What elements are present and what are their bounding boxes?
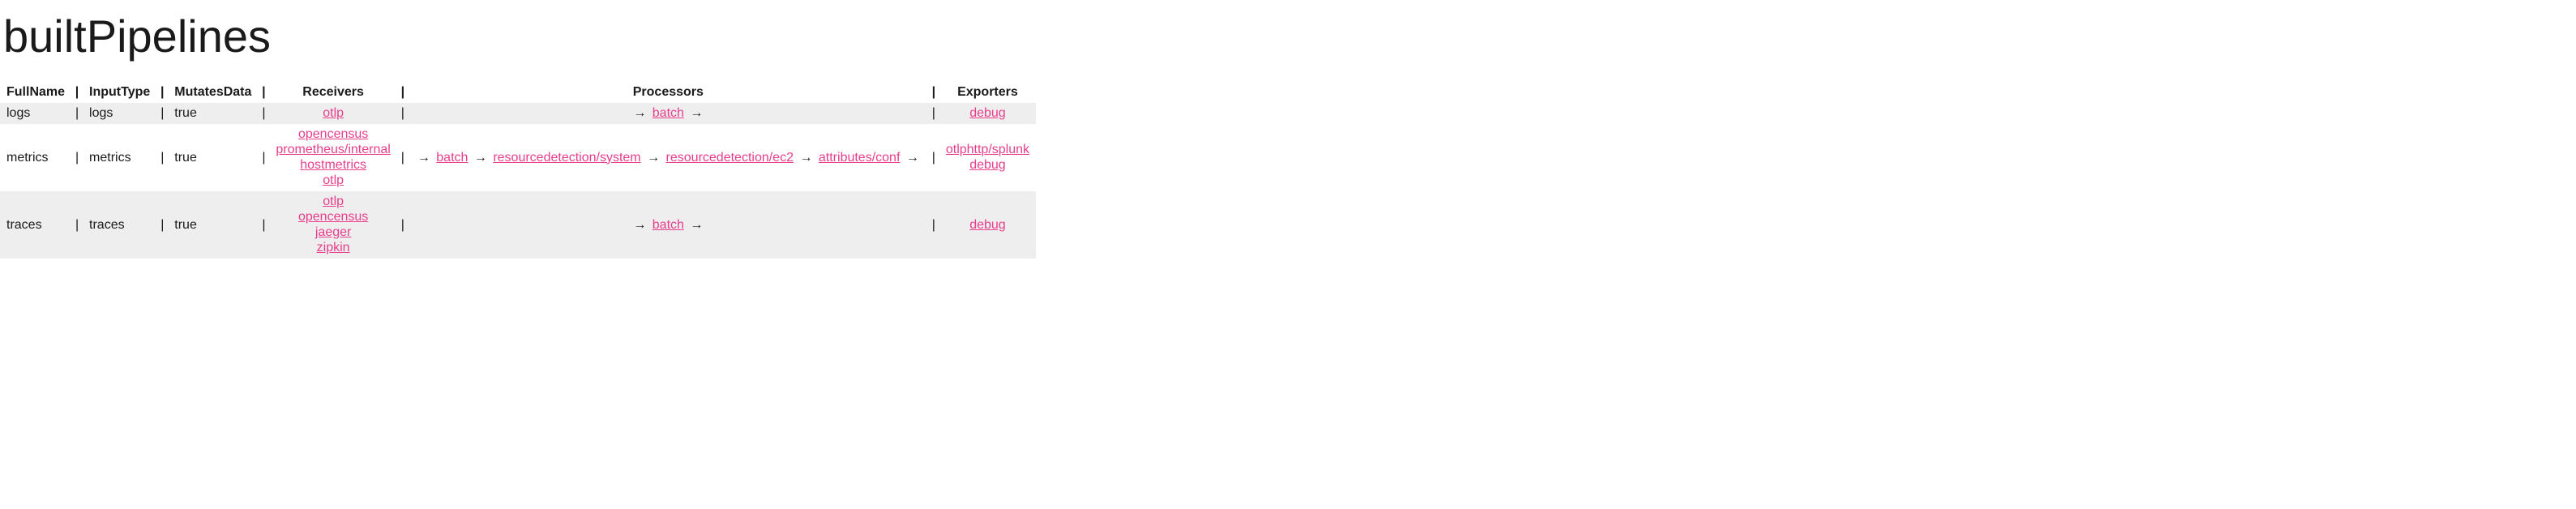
col-exporters: Exporters	[939, 82, 1036, 103]
col-sep: |	[156, 82, 168, 103]
processor-link[interactable]: batch	[653, 106, 684, 120]
processor-link[interactable]: batch	[653, 218, 684, 232]
processors-flow: → batch →	[631, 218, 705, 232]
cell-processors: → batch →	[409, 103, 928, 124]
cell-processors: → batch → resourcedetection/system → res…	[409, 124, 928, 191]
table-row: logs|logs|true|otlp|→ batch →|debug	[0, 103, 1036, 124]
arrow-icon: →	[690, 106, 703, 120]
cell-sep: |	[71, 124, 83, 191]
arrow-icon: →	[633, 106, 646, 120]
col-inputtype: InputType	[83, 82, 156, 103]
processors-flow: → batch →	[631, 106, 705, 120]
cell-sep: |	[71, 191, 83, 259]
col-fullname: FullName	[0, 82, 71, 103]
cell-sep: |	[258, 103, 269, 124]
col-mutatesdata: MutatesData	[168, 82, 258, 103]
cell-sep: |	[928, 124, 939, 191]
cell-inputtype: logs	[83, 103, 156, 124]
cell-exporters: debug	[939, 103, 1036, 124]
cell-sep: |	[156, 191, 168, 259]
processor-link[interactable]: batch	[436, 151, 468, 165]
cell-sep: |	[397, 103, 409, 124]
cell-mutatesdata: true	[168, 124, 258, 191]
cell-sep: |	[258, 191, 269, 259]
cell-mutatesdata: true	[168, 103, 258, 124]
cell-exporters: debug	[939, 191, 1036, 259]
cell-sep: |	[397, 124, 409, 191]
exporter-link[interactable]: otlphttp/splunk	[946, 143, 1029, 157]
col-sep: |	[928, 82, 939, 103]
cell-inputtype: metrics	[83, 124, 156, 191]
col-sep: |	[258, 82, 269, 103]
cell-fullname: traces	[0, 191, 71, 259]
receiver-link[interactable]: prometheus/internal	[276, 143, 390, 157]
cell-exporters: otlphttp/splunkdebug	[939, 124, 1036, 191]
table-row: metrics|metrics|true|opencensusprometheu…	[0, 124, 1036, 191]
cell-receivers: otlp	[269, 103, 396, 124]
receiver-link[interactable]: zipkin	[317, 241, 350, 255]
cell-receivers: opencensusprometheus/internalhostmetrics…	[269, 124, 396, 191]
arrow-icon: →	[799, 151, 812, 165]
table-row: traces|traces|true|otlpopencensusjaegerz…	[0, 191, 1036, 259]
receiver-link[interactable]: otlp	[323, 195, 344, 209]
arrow-icon: →	[647, 151, 660, 165]
col-sep: |	[71, 82, 83, 103]
cell-sep: |	[156, 103, 168, 124]
arrow-icon: →	[906, 151, 919, 165]
receivers-list: otlpopencensusjaegerzipkin	[276, 195, 390, 255]
col-receivers: Receivers	[269, 82, 396, 103]
cell-mutatesdata: true	[168, 191, 258, 259]
arrow-icon: →	[417, 151, 430, 165]
cell-sep: |	[397, 191, 409, 259]
pipelines-table: FullName | InputType | MutatesData | Rec…	[0, 82, 1036, 259]
exporters-list: debug	[946, 218, 1029, 233]
cell-fullname: logs	[0, 103, 71, 124]
col-processors: Processors	[409, 82, 928, 103]
page-title: builtPipelines	[3, 10, 2576, 62]
receiver-link[interactable]: otlp	[323, 106, 344, 121]
receivers-list: opencensusprometheus/internalhostmetrics…	[276, 127, 390, 188]
cell-inputtype: traces	[83, 191, 156, 259]
receiver-link[interactable]: jaeger	[315, 225, 351, 240]
receiver-link[interactable]: otlp	[323, 173, 344, 188]
arrow-icon: →	[690, 218, 703, 232]
processor-link[interactable]: resourcedetection/ec2	[666, 151, 794, 165]
col-sep: |	[397, 82, 409, 103]
exporters-list: otlphttp/splunkdebug	[946, 143, 1029, 173]
receiver-link[interactable]: opencensus	[298, 210, 368, 225]
arrow-icon: →	[633, 218, 646, 232]
cell-receivers: otlpopencensusjaegerzipkin	[269, 191, 396, 259]
cell-sep: |	[156, 124, 168, 191]
cell-fullname: metrics	[0, 124, 71, 191]
receiver-link[interactable]: hostmetrics	[300, 158, 366, 173]
cell-sep: |	[928, 191, 939, 259]
processor-link[interactable]: attributes/conf	[819, 151, 901, 165]
cell-processors: → batch →	[409, 191, 928, 259]
cell-sep: |	[928, 103, 939, 124]
exporters-list: debug	[946, 106, 1029, 121]
exporter-link[interactable]: debug	[969, 158, 1006, 173]
receivers-list: otlp	[276, 106, 390, 121]
exporter-link[interactable]: debug	[969, 218, 1006, 233]
table-header-row: FullName | InputType | MutatesData | Rec…	[0, 82, 1036, 103]
receiver-link[interactable]: opencensus	[298, 127, 368, 142]
arrow-icon: →	[474, 151, 487, 165]
cell-sep: |	[71, 103, 83, 124]
processors-flow: → batch → resourcedetection/system → res…	[415, 151, 922, 165]
exporter-link[interactable]: debug	[969, 106, 1006, 121]
processor-link[interactable]: resourcedetection/system	[493, 151, 640, 165]
cell-sep: |	[258, 124, 269, 191]
